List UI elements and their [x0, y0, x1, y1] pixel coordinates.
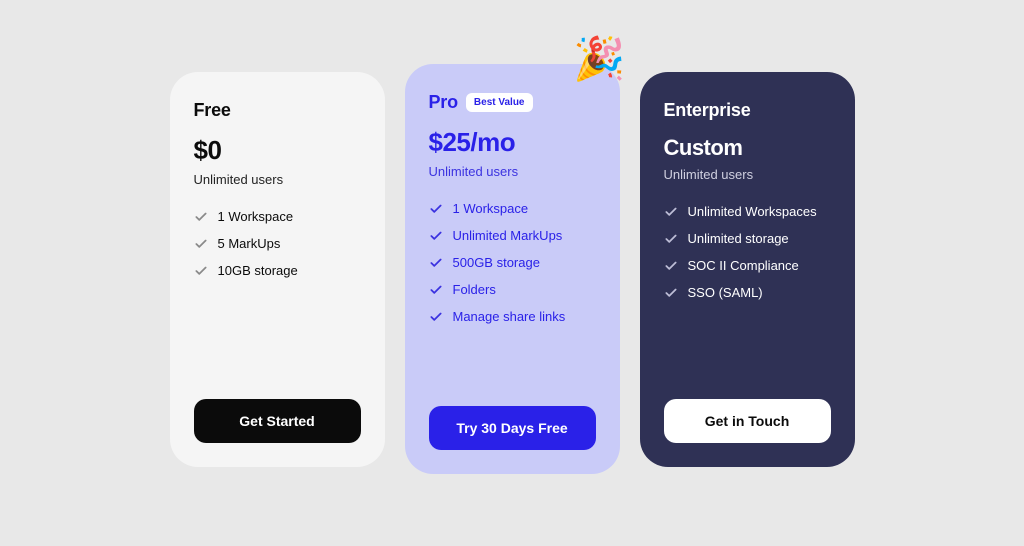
party-popper-icon: 🎉 [573, 38, 625, 80]
feature-label: 10GB storage [218, 263, 298, 278]
feature-item: Unlimited Workspaces [664, 204, 831, 219]
check-icon [194, 210, 208, 224]
feature-label: 5 MarkUps [218, 236, 281, 251]
plan-card-free: Free $0 Unlimited users 1 Workspace 5 Ma… [170, 72, 385, 467]
feature-label: 1 Workspace [218, 209, 294, 224]
feature-label: SSO (SAML) [688, 285, 763, 300]
feature-item: Manage share links [429, 309, 596, 324]
plan-title: Pro [429, 92, 458, 113]
check-icon [429, 310, 443, 324]
feature-item: Unlimited storage [664, 231, 831, 246]
check-icon [664, 286, 678, 300]
feature-label: Manage share links [453, 309, 566, 324]
feature-label: 1 Workspace [453, 201, 529, 216]
plan-title: Free [194, 100, 231, 121]
feature-label: Unlimited MarkUps [453, 228, 563, 243]
feature-item: 1 Workspace [429, 201, 596, 216]
check-icon [194, 237, 208, 251]
feature-item: Folders [429, 282, 596, 297]
feature-label: Unlimited Workspaces [688, 204, 817, 219]
feature-list: Unlimited Workspaces Unlimited storage S… [664, 204, 831, 385]
get-in-touch-button[interactable]: Get in Touch [664, 399, 831, 443]
feature-item: Unlimited MarkUps [429, 228, 596, 243]
feature-item: SOC II Compliance [664, 258, 831, 273]
plan-card-pro: 🎉 Pro Best Value $25/mo Unlimited users … [405, 64, 620, 474]
feature-item: SSO (SAML) [664, 285, 831, 300]
get-started-button[interactable]: Get Started [194, 399, 361, 443]
try-free-button[interactable]: Try 30 Days Free [429, 406, 596, 450]
pricing-plans: Free $0 Unlimited users 1 Workspace 5 Ma… [170, 72, 855, 474]
feature-list: 1 Workspace 5 MarkUps 10GB storage [194, 209, 361, 385]
best-value-badge: Best Value [466, 93, 533, 112]
plan-subtext: Unlimited users [664, 167, 831, 182]
feature-label: Folders [453, 282, 496, 297]
plan-title-row: Enterprise [664, 100, 831, 121]
check-icon [664, 232, 678, 246]
feature-item: 500GB storage [429, 255, 596, 270]
check-icon [664, 205, 678, 219]
feature-label: SOC II Compliance [688, 258, 799, 273]
plan-title: Enterprise [664, 100, 751, 121]
plan-price: $0 [194, 135, 361, 166]
feature-label: Unlimited storage [688, 231, 789, 246]
plan-title-row: Pro Best Value [429, 92, 596, 113]
check-icon [664, 259, 678, 273]
check-icon [429, 256, 443, 270]
feature-list: 1 Workspace Unlimited MarkUps 500GB stor… [429, 201, 596, 392]
plan-subtext: Unlimited users [429, 164, 596, 179]
check-icon [429, 202, 443, 216]
check-icon [429, 229, 443, 243]
feature-item: 1 Workspace [194, 209, 361, 224]
feature-label: 500GB storage [453, 255, 540, 270]
feature-item: 10GB storage [194, 263, 361, 278]
plan-title-row: Free [194, 100, 361, 121]
check-icon [429, 283, 443, 297]
plan-price: Custom [664, 135, 831, 161]
feature-item: 5 MarkUps [194, 236, 361, 251]
check-icon [194, 264, 208, 278]
plan-price: $25/mo [429, 127, 596, 158]
plan-card-enterprise: Enterprise Custom Unlimited users Unlimi… [640, 72, 855, 467]
plan-subtext: Unlimited users [194, 172, 361, 187]
